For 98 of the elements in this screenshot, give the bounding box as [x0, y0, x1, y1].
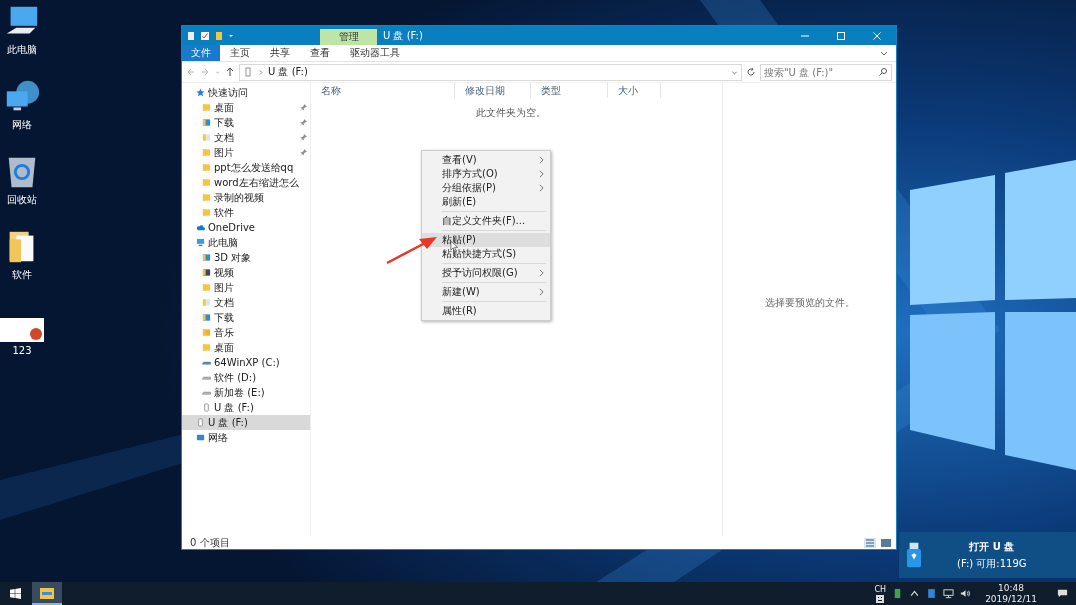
expand-ribbon-icon[interactable] — [880, 49, 888, 57]
desktop-icon-label: 软件 — [12, 268, 32, 282]
details-view-icon[interactable] — [864, 537, 876, 548]
sidebar-item[interactable]: 软件 — [182, 205, 310, 220]
maximize-icon[interactable] — [836, 30, 846, 41]
sidebar-item[interactable]: 此电脑 — [182, 235, 310, 250]
notifications-icon[interactable] — [1057, 588, 1068, 599]
drive-icon — [243, 67, 253, 77]
network-icon — [196, 433, 205, 442]
preview-message: 选择要预览的文件。 — [764, 295, 855, 310]
menu-item[interactable]: 自定义文件夹(F)... — [422, 214, 550, 228]
refresh-icon[interactable] — [746, 67, 756, 77]
column-header[interactable]: 大小 — [608, 83, 661, 98]
sidebar-item[interactable]: 视频 — [182, 265, 310, 280]
empty-folder-message: 此文件夹为空。 — [476, 106, 546, 120]
large-icons-view-icon[interactable] — [880, 537, 892, 548]
context-tab[interactable]: 管理 — [320, 29, 377, 45]
notification-title: 打开 U 盘 — [969, 539, 1015, 554]
file-explorer-taskbar-button[interactable] — [32, 582, 62, 605]
folder-icon — [202, 193, 211, 202]
window-title: U 盘 (F:) — [383, 28, 424, 43]
search-icon[interactable] — [878, 67, 888, 77]
sidebar-item[interactable]: word左右缩进怎么 — [182, 175, 310, 190]
desktop-icon-label: 123 — [12, 345, 32, 356]
annotation-arrow — [385, 235, 439, 265]
sidebar-item[interactable]: 桌面 — [182, 100, 310, 115]
close-icon[interactable] — [872, 30, 882, 41]
sidebar-item[interactable]: 网络 — [182, 430, 310, 445]
network-icon[interactable] — [943, 588, 955, 599]
sidebar-item[interactable]: U 盘 (F:) — [182, 415, 310, 430]
sidebar-item[interactable]: U 盘 (F:) — [182, 400, 310, 415]
sidebar-item[interactable]: 桌面 — [182, 340, 310, 355]
sidebar-item[interactable]: 下载 — [182, 115, 310, 130]
desktop-icon-label: 回收站 — [7, 193, 37, 207]
ribbon-tab[interactable]: 文件 — [182, 45, 220, 61]
menu-item[interactable]: 分组依据(P) — [422, 181, 550, 195]
sidebar-item[interactable]: 音乐 — [182, 325, 310, 340]
sidebar-item[interactable]: 图片 — [182, 145, 310, 160]
computer-icon — [196, 238, 205, 247]
folder-icon — [202, 178, 211, 187]
desktop-icon-label: 网络 — [12, 118, 32, 132]
folder-icon — [202, 163, 211, 172]
slide-thumbnail-icon[interactable] — [0, 318, 44, 342]
folder-icon — [202, 268, 211, 277]
item-count: 0 个项目 — [190, 535, 230, 550]
sidebar-item[interactable]: 新加卷 (E:) — [182, 385, 310, 400]
volume-icon[interactable] — [960, 588, 972, 599]
folder-icon — [40, 586, 54, 599]
column-header[interactable]: 修改日期 — [455, 83, 531, 98]
folder-icon — [202, 343, 211, 352]
sidebar-item[interactable]: 录制的视频 — [182, 190, 310, 205]
desktop-icon-label: 此电脑 — [7, 43, 37, 57]
folder-icon — [202, 133, 211, 142]
menu-item[interactable]: 粘贴(P) — [422, 233, 550, 247]
folder-icon — [202, 253, 211, 262]
folder-icon — [202, 208, 211, 217]
usb-drive-icon — [907, 542, 921, 568]
folder-icon — [202, 103, 211, 112]
sidebar-item[interactable]: OneDrive — [182, 220, 310, 235]
keyboard-icon[interactable] — [876, 594, 885, 603]
caret-up-icon[interactable] — [909, 588, 921, 599]
input-language[interactable]: CH — [874, 584, 887, 594]
sidebar-item[interactable]: ppt怎么发送给qq — [182, 160, 310, 175]
sidebar-item[interactable]: 软件 (D:) — [182, 370, 310, 385]
folder-icon — [202, 328, 211, 337]
menu-item[interactable]: 查看(V) — [422, 153, 550, 167]
folder-icon — [202, 283, 211, 292]
clock[interactable]: 10:48 2019/12/11 — [985, 582, 1037, 605]
search-field[interactable]: 搜索"U 盘 (F:)" — [760, 63, 892, 81]
sidebar-item[interactable]: 文档 — [182, 130, 310, 145]
sidebar-item[interactable]: 快速访问 — [182, 85, 310, 100]
star-icon — [196, 88, 205, 97]
folder-icon — [202, 118, 211, 127]
notification-detail: (F:) 可用:119G — [957, 556, 1027, 571]
folder-icon — [202, 298, 211, 307]
menu-item[interactable]: 排序方式(O) — [422, 167, 550, 181]
start-icon[interactable] — [10, 588, 21, 599]
column-header[interactable]: 类型 — [531, 83, 608, 98]
checklist-icon[interactable] — [200, 30, 210, 41]
menu-item[interactable]: 属性(R) — [422, 304, 550, 318]
sidebar-item[interactable]: 下载 — [182, 310, 310, 325]
properties-icon[interactable] — [186, 30, 196, 41]
column-header[interactable]: 名称 — [311, 83, 455, 98]
sidebar-item[interactable]: 图片 — [182, 280, 310, 295]
folder-icon — [202, 313, 211, 322]
usb-drive-icon[interactable] — [926, 588, 938, 599]
menu-item[interactable]: 粘贴快捷方式(S) — [422, 247, 550, 261]
menu-item[interactable]: 新建(W) — [422, 285, 550, 299]
dropdown-icon[interactable] — [228, 32, 234, 39]
folder-icon — [202, 148, 211, 157]
menu-item[interactable]: 授予访问权限(G) — [422, 266, 550, 280]
sidebar-item[interactable]: 64WinXP (C:) — [182, 355, 310, 370]
sidebar-item[interactable]: 3D 对象 — [182, 250, 310, 265]
sidebar-item[interactable]: 文档 — [182, 295, 310, 310]
up-icon[interactable] — [225, 67, 235, 77]
menu-item[interactable]: 刷新(E) — [422, 195, 550, 209]
cloud-icon — [196, 223, 205, 232]
notification[interactable]: 打开 U 盘 (F:) 可用:119G — [899, 532, 1076, 578]
